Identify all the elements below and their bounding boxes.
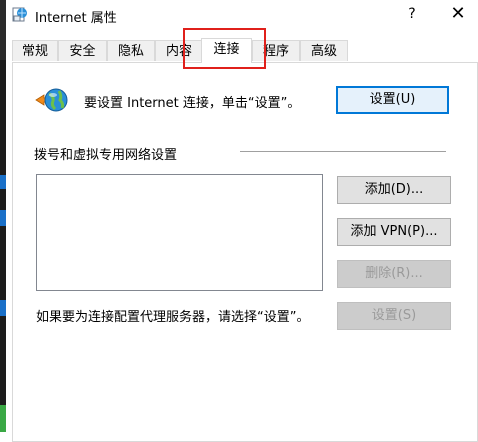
close-button[interactable]: ✕ — [447, 3, 469, 25]
tab-general[interactable]: 常规 — [12, 40, 58, 61]
connections-listbox[interactable] — [36, 174, 323, 291]
tab-programs[interactable]: 程序 — [252, 40, 300, 61]
setup-button[interactable]: 设置(U) — [336, 86, 449, 114]
add-button[interactable]: 添加(D)... — [337, 176, 451, 204]
dialup-vpn-section-label: 拨号和虚拟专用网络设置 — [34, 148, 178, 163]
help-button[interactable]: ? — [402, 3, 422, 25]
internet-options-icon — [12, 7, 27, 22]
window-title: Internet 属性 — [35, 11, 117, 26]
tab-privacy[interactable]: 隐私 — [107, 40, 155, 61]
title-bar: Internet 属性 ? ✕ — [6, 0, 478, 30]
section-divider — [240, 151, 446, 152]
internet-setup-globe-icon — [35, 88, 68, 112]
tab-connections[interactable]: 连接 — [201, 38, 252, 63]
setup-instruction-text: 要设置 Internet 连接，单击“设置”。 — [84, 96, 301, 111]
settings-button[interactable]: 设置(S) — [337, 302, 451, 330]
proxy-instruction-text: 如果要为连接配置代理服务器，请选择“设置”。 — [36, 310, 310, 325]
tab-content[interactable]: 内容 — [155, 40, 203, 61]
internet-properties-dialog: Internet 属性 ? ✕ 常规 安全 隐私 内容 连接 程序 高级 要设置… — [6, 0, 478, 442]
tab-advanced[interactable]: 高级 — [300, 40, 348, 61]
tab-strip: 常规 安全 隐私 内容 连接 程序 高级 — [6, 38, 478, 63]
tab-security[interactable]: 安全 — [58, 40, 107, 61]
delete-button[interactable]: 删除(R)... — [337, 260, 451, 288]
add-vpn-button[interactable]: 添加 VPN(P)... — [337, 218, 451, 246]
